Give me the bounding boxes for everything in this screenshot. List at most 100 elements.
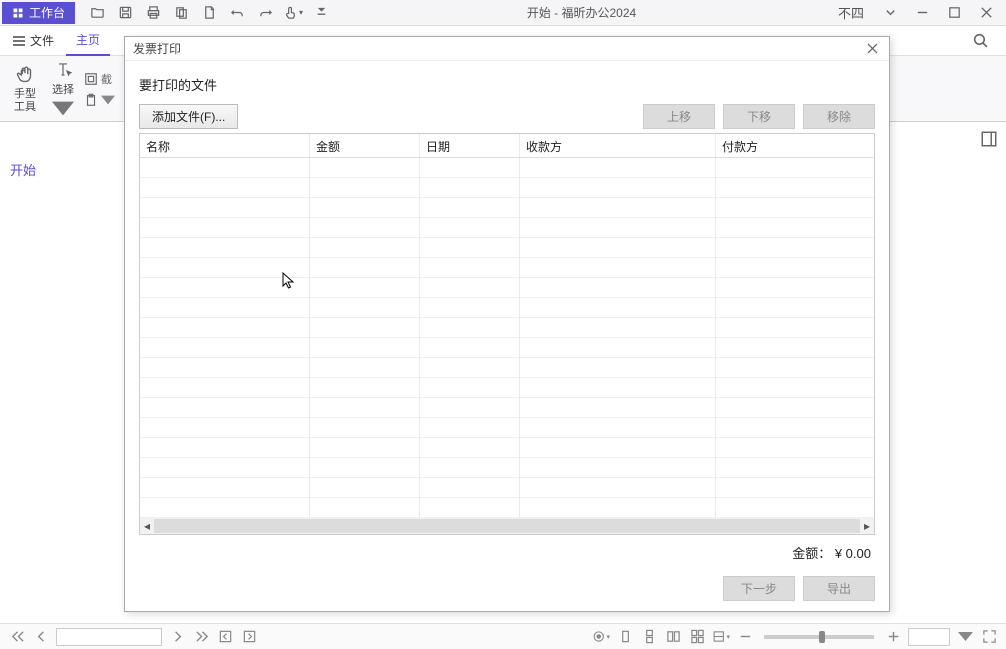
search-button[interactable] [968,29,992,53]
table-row [140,438,874,458]
table-row [140,278,874,298]
fullscreen-icon[interactable] [980,628,998,646]
table-row [140,318,874,338]
zoom-slider[interactable] [764,635,874,639]
copy-icon[interactable] [169,1,193,25]
print-icon[interactable] [141,1,165,25]
titlebar: 工作台 ▾ 开始 - 福昕办公2024 不四 [0,0,1006,26]
scroll-left-icon[interactable]: ◂ [140,519,154,533]
table-header: 名称 金额 日期 收款方 付款方 [140,134,874,158]
nav-back-icon[interactable] [216,628,234,646]
right-sidebar [980,130,1002,170]
layout-single-icon[interactable] [616,628,634,646]
dialog-footer: 下一步 导出 [139,576,875,601]
zoom-out-icon[interactable] [736,628,754,646]
collapse-icon[interactable] [980,130,998,148]
chevron-down-icon [52,99,74,118]
layout-facing-icon[interactable] [664,628,682,646]
table-row [140,418,874,438]
table-row [140,338,874,358]
workbench-button[interactable]: 工作台 [2,2,75,24]
open-icon[interactable] [85,1,109,25]
table-row [140,198,874,218]
new-doc-icon[interactable] [197,1,221,25]
redo-icon[interactable] [253,1,277,25]
zoom-dropdown-icon[interactable] [956,628,974,646]
dropdown-toggle-icon[interactable] [309,1,333,25]
user-dropdown-icon[interactable] [876,1,904,25]
next-button[interactable]: 下一步 [723,576,795,601]
maximize-icon[interactable] [940,1,968,25]
prev-page-icon[interactable] [32,628,50,646]
zoom-in-icon[interactable] [884,628,902,646]
doc-tab-start[interactable]: 开始 [10,160,36,179]
table-row [140,378,874,398]
zoom-value-input[interactable] [908,628,950,646]
hamburger-icon [12,35,26,47]
dialog-titlebar: 发票打印 [125,37,889,61]
first-page-icon[interactable] [8,628,26,646]
screenshot-icon [84,72,98,86]
scroll-right-icon[interactable]: ▸ [860,519,874,533]
export-button[interactable]: 导出 [803,576,875,601]
page-input[interactable] [56,628,162,646]
file-menu[interactable]: 文件 [0,32,66,49]
col-date[interactable]: 日期 [420,134,520,157]
table-row [140,358,874,378]
tab-home[interactable]: 主页 [66,25,110,56]
select-label: 选择 [52,81,74,97]
invoice-print-dialog: 发票打印 要打印的文件 添加文件(F)... 上移 下移 移除 名称 金额 日期… [124,36,890,612]
nav-forward-icon[interactable] [240,628,258,646]
minimize-icon[interactable] [908,1,936,25]
col-payer[interactable]: 付款方 [716,134,874,157]
save-icon[interactable] [113,1,137,25]
layout-facing-cont-icon[interactable] [688,628,706,646]
layout-continuous-icon[interactable] [640,628,658,646]
file-buttons-row: 添加文件(F)... 上移 下移 移除 [139,104,875,129]
chevron-down-icon [101,93,115,107]
add-file-button[interactable]: 添加文件(F)... [139,104,238,129]
workbench-label: 工作台 [29,4,65,21]
col-name[interactable]: 名称 [140,134,310,157]
table-row [140,478,874,498]
table-row [140,498,874,518]
search-icon [972,32,989,49]
remove-button[interactable]: 移除 [803,104,875,129]
dialog-close-button[interactable] [863,40,881,58]
move-up-button[interactable]: 上移 [643,104,715,129]
hand-tool-button[interactable]: 手型 工具 [8,60,42,118]
select-button[interactable]: 选择 [46,60,80,118]
move-down-button[interactable]: 下移 [723,104,795,129]
quick-access-toolbar: ▾ [85,1,333,25]
app-title: 开始 - 福昕办公2024 [333,4,830,21]
titlebar-right: 不四 [830,1,1006,25]
undo-icon[interactable] [225,1,249,25]
user-name[interactable]: 不四 [830,3,872,22]
table-row [140,178,874,198]
statusbar: ▾ ▾ [0,623,1006,649]
fit-icon[interactable]: ▾ [712,628,730,646]
horizontal-scrollbar[interactable]: ◂ ▸ [140,518,874,534]
clipboard-button[interactable] [84,93,115,107]
table-row [140,158,874,178]
col-amount[interactable]: 金额 [310,134,420,157]
scroll-track[interactable] [154,519,860,533]
table-body [140,158,874,518]
search-area [954,29,1006,53]
total-row: 金额： ¥ 0.00 [139,535,875,566]
view-read-icon[interactable]: ▾ [592,628,610,646]
total-value: ¥ 0.00 [835,546,871,561]
ribbon-misc: 截 [84,71,115,107]
touch-icon[interactable]: ▾ [281,1,305,25]
dialog-title-text: 发票打印 [133,40,181,57]
col-payee[interactable]: 收款方 [520,134,716,157]
last-page-icon[interactable] [192,628,210,646]
close-icon[interactable] [972,1,1000,25]
hand-tool-label: 手型 工具 [14,88,36,113]
next-page-icon[interactable] [168,628,186,646]
table-row [140,238,874,258]
titlebar-left: 工作台 ▾ [0,0,333,26]
table-row [140,218,874,238]
table-row [140,398,874,418]
screenshot-button[interactable]: 截 [84,71,115,87]
